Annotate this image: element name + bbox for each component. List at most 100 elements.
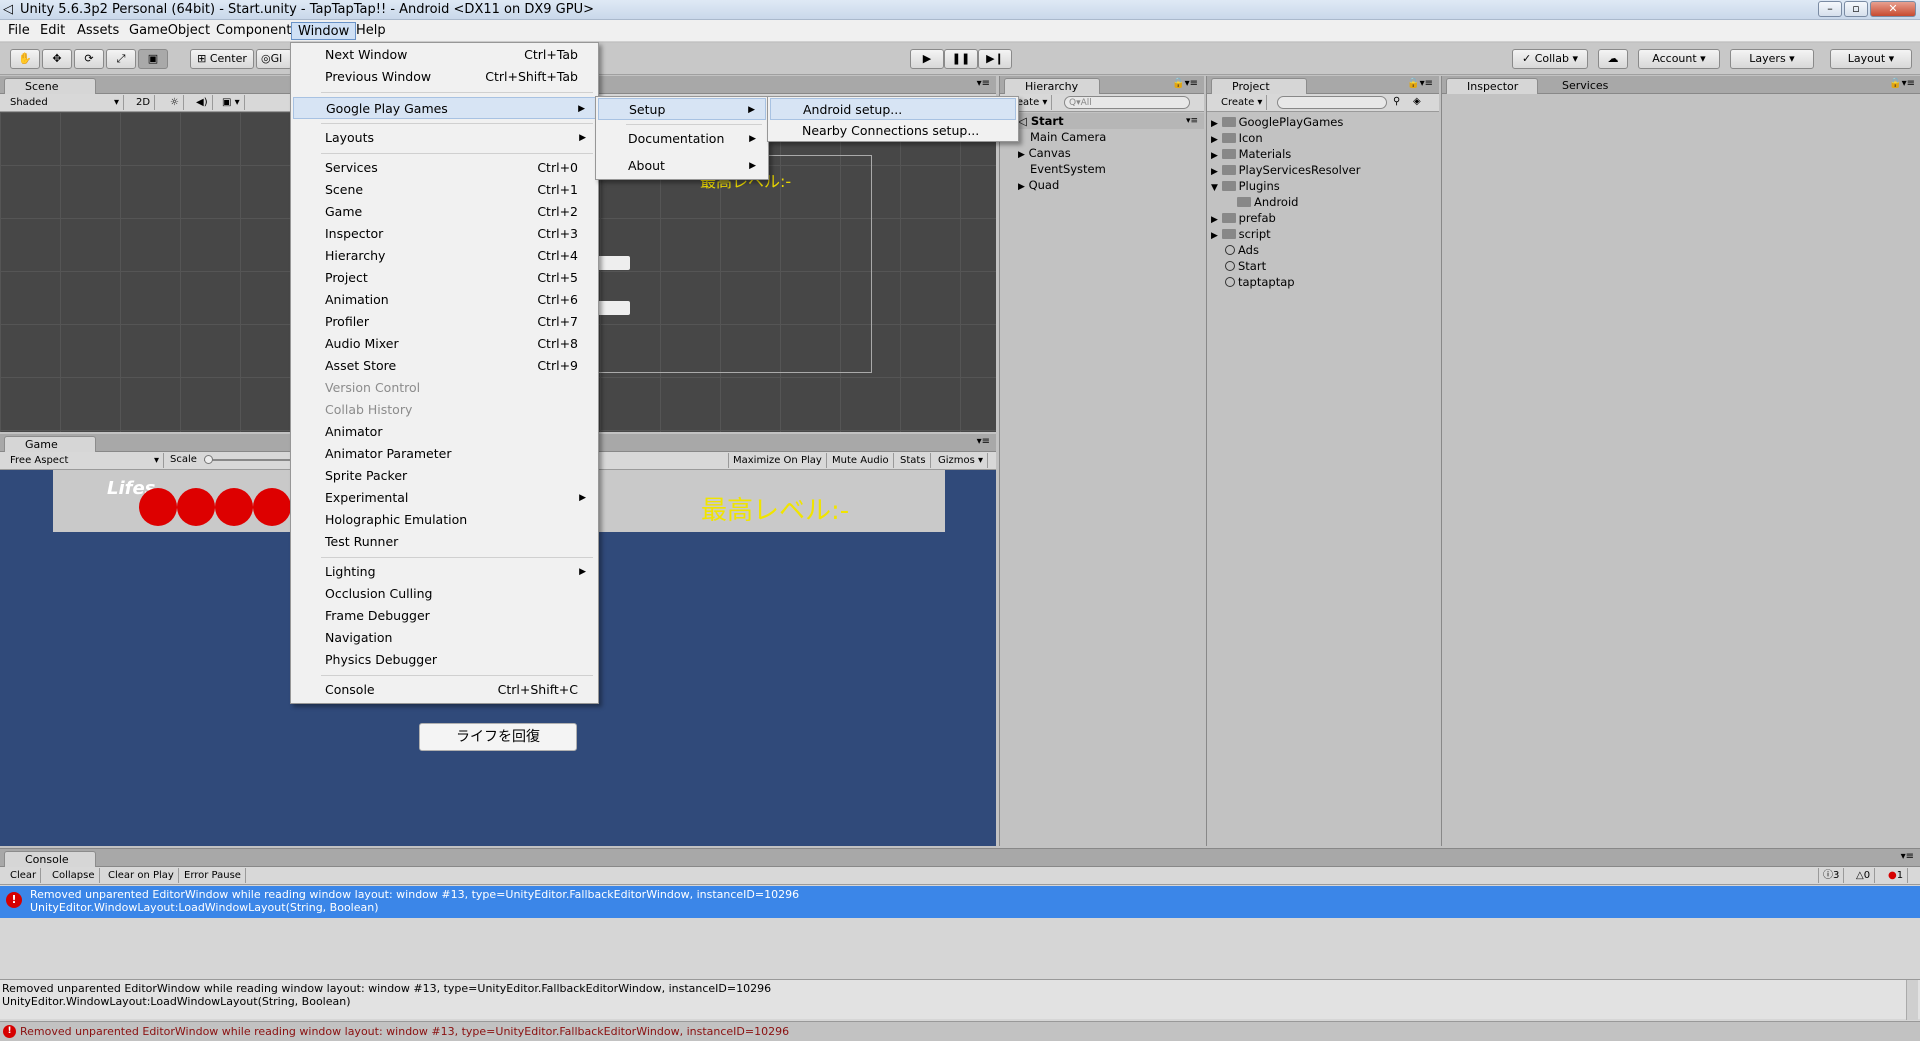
hierarchy-item[interactable]: EventSystem <box>1030 161 1106 177</box>
play-button[interactable]: ▶ <box>910 49 944 69</box>
project-folder[interactable]: Android <box>1237 194 1298 210</box>
expand-arrow-icon[interactable]: ▶ <box>1018 182 1025 192</box>
scene-root[interactable]: ◁ Start ▾≡ <box>1000 113 1204 129</box>
tab-inspector[interactable]: Inspector <box>1446 78 1538 94</box>
console-collapse-button[interactable]: Collapse <box>48 868 100 883</box>
scale-slider[interactable] <box>204 459 294 461</box>
project-asset[interactable]: taptaptap <box>1225 274 1295 290</box>
project-asset[interactable]: Start <box>1225 258 1266 274</box>
menu-item-frame-debugger[interactable]: Frame Debugger <box>293 605 596 627</box>
menu-item-about[interactable]: About ▶ <box>598 155 766 177</box>
rotate-tool-icon[interactable]: ⟳ <box>74 49 104 69</box>
menu-item-console[interactable]: Console Ctrl+Shift+C <box>293 679 596 701</box>
project-folder[interactable]: ▶ Materials <box>1211 146 1291 162</box>
menu-item-project[interactable]: Project Ctrl+5 <box>293 267 596 289</box>
menu-item-game[interactable]: Game Ctrl+2 <box>293 201 596 223</box>
maximize-button[interactable]: ▫ <box>1844 1 1868 17</box>
audio-toggle-icon[interactable]: ◀) <box>192 95 213 110</box>
tab-services[interactable]: Services <box>1542 78 1622 94</box>
collab-dropdown[interactable]: ✓ Collab ▾ <box>1512 49 1588 69</box>
error-pause-toggle[interactable]: Error Pause <box>180 868 246 883</box>
console-entry-selected[interactable]: ! Removed unparented EditorWindow while … <box>0 886 1920 918</box>
maximize-on-play-toggle[interactable]: Maximize On Play <box>728 453 827 468</box>
project-search-input[interactable] <box>1277 96 1387 109</box>
menu-item-previous-window[interactable]: Previous Window Ctrl+Shift+Tab <box>293 66 596 88</box>
scale-tool-icon[interactable]: ⤢ <box>106 49 136 69</box>
lock-icon[interactable]: 🔒▾≡ <box>1172 78 1198 89</box>
menu-item-setup[interactable]: Setup ▶ <box>598 98 766 120</box>
menu-item-animation[interactable]: Animation Ctrl+6 <box>293 289 596 311</box>
console-scrollbar[interactable] <box>1906 980 1918 1020</box>
menu-file[interactable]: File <box>2 22 36 40</box>
status-bar[interactable]: ! Removed unparented EditorWindow while … <box>0 1021 1920 1041</box>
info-count-toggle[interactable]: ⓘ3 <box>1818 868 1845 883</box>
menu-item-documentation[interactable]: Documentation ▶ <box>598 128 766 150</box>
panel-menu-icon[interactable]: ▾≡ <box>977 78 990 89</box>
menu-item-scene[interactable]: Scene Ctrl+1 <box>293 179 596 201</box>
tab-game[interactable]: Game <box>4 436 96 452</box>
menu-item-next-window[interactable]: Next Window Ctrl+Tab <box>293 44 596 66</box>
console-panel-menu-icon[interactable]: ▾≡ <box>1901 851 1914 862</box>
project-asset[interactable]: Ads <box>1225 242 1259 258</box>
layout-dropdown[interactable]: Layout ▾ <box>1830 49 1912 69</box>
project-folder[interactable]: ▶ Icon <box>1211 130 1263 146</box>
hand-tool-icon[interactable]: ✋ <box>10 49 40 69</box>
project-create-dropdown[interactable]: Create ▾ <box>1217 95 1268 110</box>
error-count-toggle[interactable]: ●1 <box>1884 868 1909 883</box>
menu-component[interactable]: Component <box>210 22 297 40</box>
menu-item-experimental[interactable]: Experimental ▶ <box>293 487 596 509</box>
menu-item-services[interactable]: Services Ctrl+0 <box>293 157 596 179</box>
tab-console[interactable]: Console <box>4 851 96 867</box>
menu-item-physics-debugger[interactable]: Physics Debugger <box>293 649 596 671</box>
menu-gameobject[interactable]: GameObject <box>123 22 216 40</box>
project-folder[interactable]: ▶ script <box>1211 226 1271 242</box>
project-lock-icon[interactable]: 🔒▾≡ <box>1407 78 1433 89</box>
step-button[interactable]: ▶❙ <box>978 49 1012 69</box>
console-clear-button[interactable]: Clear <box>6 868 42 883</box>
menu-window[interactable]: Window <box>291 22 357 40</box>
tab-scene[interactable]: Scene <box>4 78 96 94</box>
hierarchy-item[interactable]: ▶ Canvas <box>1018 145 1071 161</box>
pivot-global-button[interactable]: ◎Gl <box>256 49 292 69</box>
filter-type-icon[interactable]: ⚲ <box>1393 96 1400 107</box>
lighting-toggle-icon[interactable]: ☼ <box>166 95 184 110</box>
shading-mode-dropdown[interactable]: Shaded ▾ <box>6 95 124 110</box>
filter-label-icon[interactable]: ◈ <box>1413 96 1421 107</box>
menu-item-android-setup[interactable]: Android setup... <box>770 98 1016 120</box>
project-folder[interactable]: ▼ Plugins <box>1211 178 1280 194</box>
menu-item-inspector[interactable]: Inspector Ctrl+3 <box>293 223 596 245</box>
close-button[interactable]: ✕ <box>1870 1 1916 17</box>
menu-item-holographic-emulation[interactable]: Holographic Emulation <box>293 509 596 531</box>
mode-2d-toggle[interactable]: 2D <box>132 95 156 110</box>
aspect-dropdown[interactable]: Free Aspect ▾ <box>6 453 164 468</box>
menu-item-asset-store[interactable]: Asset Store Ctrl+9 <box>293 355 596 377</box>
effects-toggle-icon[interactable]: ▣ ▾ <box>218 95 245 110</box>
clear-on-play-toggle[interactable]: Clear on Play <box>104 868 179 883</box>
tab-project[interactable]: Project <box>1211 78 1307 94</box>
expand-arrow-icon[interactable]: ▶ <box>1018 150 1025 160</box>
inspector-lock-icon[interactable]: 🔒▾≡ <box>1889 78 1915 89</box>
menu-help[interactable]: Help <box>350 22 392 40</box>
menu-edit[interactable]: Edit <box>34 22 71 40</box>
project-folder[interactable]: ▶ prefab <box>1211 210 1276 226</box>
mute-audio-toggle[interactable]: Mute Audio <box>828 453 894 468</box>
menu-item-profiler[interactable]: Profiler Ctrl+7 <box>293 311 596 333</box>
gizmos-dropdown[interactable]: Gizmos ▾ <box>934 453 989 468</box>
move-tool-icon[interactable]: ✥ <box>42 49 72 69</box>
menu-item-layouts[interactable]: Layouts ▶ <box>293 127 596 149</box>
menu-item-animator-parameter[interactable]: Animator Parameter <box>293 443 596 465</box>
menu-item-animator[interactable]: Animator <box>293 421 596 443</box>
cloud-icon[interactable]: ☁ <box>1598 49 1628 69</box>
menu-item-nearby-connections-setup[interactable]: Nearby Connections setup... <box>770 120 1016 142</box>
project-folder[interactable]: ▶ PlayServicesResolver <box>1211 162 1360 178</box>
hierarchy-search-input[interactable]: Q▾All <box>1064 96 1190 109</box>
stats-toggle[interactable]: Stats <box>896 453 931 468</box>
menu-item-test-runner[interactable]: Test Runner <box>293 531 596 553</box>
hierarchy-item[interactable]: ▶ Quad <box>1018 177 1059 193</box>
menu-item-sprite-packer[interactable]: Sprite Packer <box>293 465 596 487</box>
menu-item-audio-mixer[interactable]: Audio Mixer Ctrl+8 <box>293 333 596 355</box>
pause-button[interactable]: ❚❚ <box>944 49 978 69</box>
hierarchy-item[interactable]: Main Camera <box>1030 129 1106 145</box>
menu-item-google-play-games[interactable]: Google Play Games ▶ <box>293 97 596 119</box>
tab-hierarchy[interactable]: Hierarchy <box>1004 78 1100 94</box>
